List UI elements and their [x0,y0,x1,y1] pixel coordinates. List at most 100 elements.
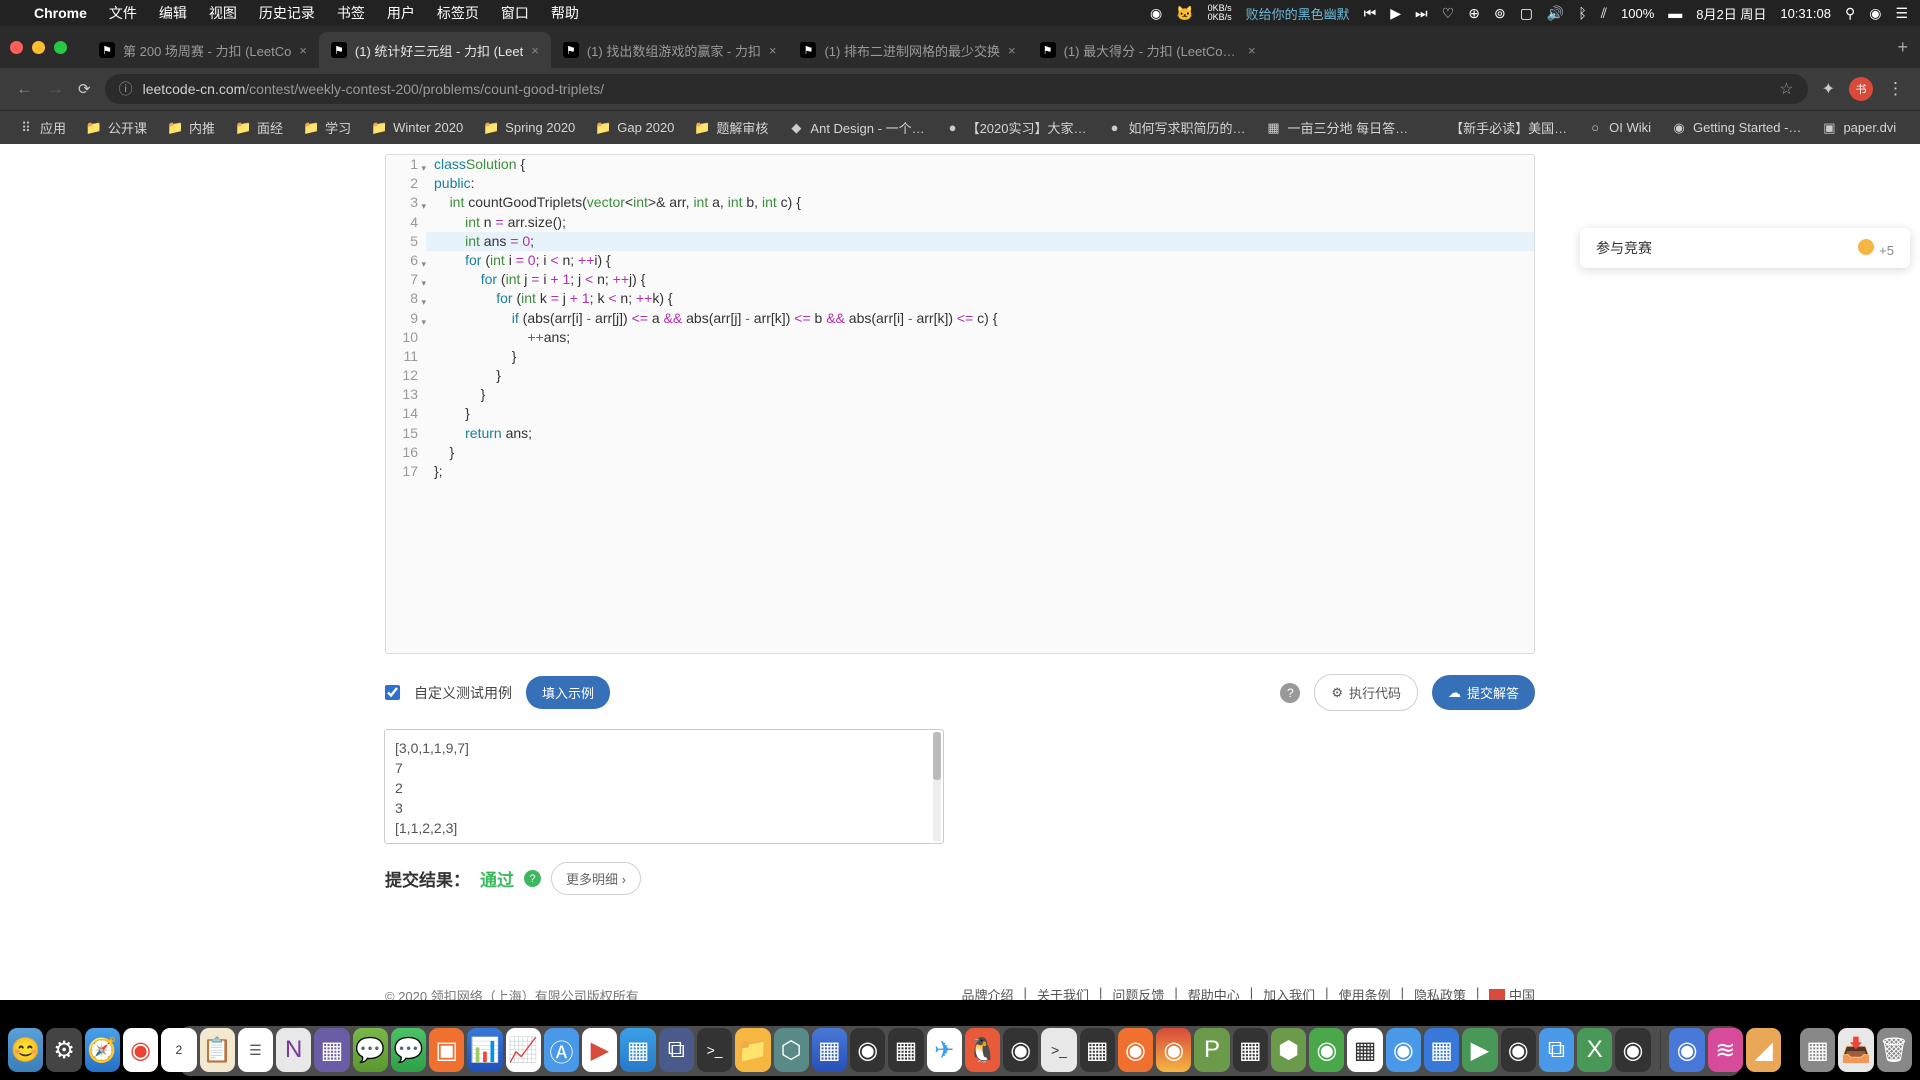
dock-app23[interactable]: ▶ [1462,1028,1497,1072]
footer-link[interactable]: 关于我们 [1037,985,1089,1000]
dock-app18[interactable]: ⬢ [1271,1028,1306,1072]
code-line[interactable]: } [426,385,1534,404]
bookmark-item[interactable]: 📁公开课 [78,114,155,141]
globe-icon[interactable]: ⊕ [1468,5,1480,22]
dock-onenote[interactable]: N [276,1028,311,1072]
run-code-button[interactable]: ⚙执行代码 [1314,674,1418,711]
footer-link[interactable]: 使用条例 [1339,985,1391,1000]
menu-window[interactable]: 窗口 [501,3,529,23]
code-line[interactable]: }; [426,462,1534,481]
menubar-app[interactable]: Chrome [34,5,87,21]
dock-app3[interactable]: 📊 [467,1028,502,1072]
dock-steam[interactable]: ◉ [850,1028,885,1072]
dock-pycharm[interactable]: P [1194,1028,1229,1072]
bookmark-item[interactable]: 📁Winter 2020 [363,116,471,140]
code-editor[interactable]: 1▾23▾456▾7▾8▾9▾1011121314151617 classSol… [385,154,1535,654]
bookmark-item[interactable]: ●【2020实习】大家… [937,114,1095,141]
dock-app13[interactable]: ◉ [1003,1028,1038,1072]
next-icon[interactable]: ⏭ [1415,5,1428,22]
menu-bookmarks[interactable]: 书签 [337,3,365,23]
prev-icon[interactable]: ⏮ [1364,5,1377,22]
reload-button[interactable]: ⟳ [78,80,91,98]
minimize-window-button[interactable] [32,41,45,54]
dock-app21[interactable]: ◉ [1386,1028,1421,1072]
new-tab-button[interactable]: + [1885,37,1920,58]
bookmark-item[interactable]: ◆Ant Design - 一个… [780,114,932,141]
dock-app17[interactable]: ▦ [1233,1028,1268,1072]
code-line[interactable]: for (int i = 0; i < n; ++i) { [426,251,1534,270]
menu-tabs[interactable]: 标签页 [437,3,479,23]
tab-close-icon[interactable]: × [531,43,539,58]
bookmark-item[interactable]: 【新手必读】美国… [1420,114,1575,141]
back-button[interactable]: ← [16,79,33,99]
dock-app27[interactable]: ◢ [1746,1028,1781,1072]
code-line[interactable]: classSolution { [426,155,1534,174]
dock-app28[interactable]: ▦ [1800,1028,1835,1072]
menu-history[interactable]: 历史记录 [259,3,315,23]
volume-icon[interactable]: 🔊 [1547,5,1564,22]
dock-app2[interactable]: ▣ [429,1028,464,1072]
dock-app19[interactable]: ◉ [1309,1028,1344,1072]
code-line[interactable]: public: [426,174,1534,193]
chrome-menu-icon[interactable]: ⋮ [1887,79,1904,99]
dock-app25[interactable]: ◉ [1669,1028,1704,1072]
dock-excel[interactable]: X [1577,1028,1612,1072]
site-info-icon[interactable]: ⓘ [119,79,133,99]
heart-icon[interactable]: ♡ [1442,5,1455,22]
code-line[interactable]: return ans; [426,424,1534,443]
menu-view[interactable]: 视图 [209,3,237,23]
bookmark-item[interactable]: 📁内推 [159,114,223,141]
testcase-textarea[interactable]: [3,0,1,1,9,7]723[1,1,2,2,3] [384,729,944,844]
dock-app24[interactable]: ◉ [1501,1028,1536,1072]
bookmark-item[interactable]: 📁Gap 2020 [587,116,682,140]
play-icon[interactable]: ▶ [1390,5,1401,22]
code-line[interactable]: if (abs(arr[i] - arr[j]) <= a && abs(arr… [426,309,1534,328]
siri-icon[interactable]: ◉ [1869,5,1881,22]
menubar-date[interactable]: 8月2日 周日 [1696,4,1766,23]
dock-terminal[interactable]: >_ [697,1028,732,1072]
dock-app16[interactable]: ◉ [1156,1028,1191,1072]
menu-user[interactable]: 用户 [387,3,415,23]
extensions-icon[interactable]: ✦ [1822,79,1835,99]
dock-vscode[interactable]: ⧉ [1539,1028,1574,1072]
wifi-icon[interactable]: ⊚ [1494,5,1506,22]
dock-calendar[interactable]: 2 [161,1028,196,1072]
tab-close-icon[interactable]: × [299,43,307,58]
code-line[interactable]: } [426,404,1534,423]
maximize-window-button[interactable] [54,41,67,54]
now-playing[interactable]: 败给你的黑色幽默 [1246,4,1350,23]
bookmark-item[interactable]: ▣paper.dvi [1813,116,1904,140]
footer-link[interactable]: 帮助中心 [1188,985,1240,1000]
footer-link[interactable]: 问题反馈 [1112,985,1164,1000]
code-line[interactable]: } [426,347,1534,366]
dock-app20[interactable]: ▦ [1347,1028,1382,1072]
menubar-hide-icon[interactable]: ⫽ [1601,5,1607,22]
menu-file[interactable]: 文件 [109,3,137,23]
dock-app8[interactable]: 📁 [735,1028,770,1072]
browser-tab[interactable]: ⚑(1) 排布二进制网格的最少交换× [788,32,1027,68]
footer-region[interactable]: 中国 [1489,985,1535,1000]
dock-obs[interactable]: ◉ [1615,1028,1650,1072]
dock-chrome[interactable]: ◉ [123,1028,158,1072]
dock-app1[interactable]: ▦ [314,1028,349,1072]
help-icon[interactable]: ? [1280,683,1300,703]
dock-app26[interactable]: ≋ [1708,1028,1743,1072]
close-window-button[interactable] [10,41,23,54]
battery-icon[interactable]: ▬ [1668,5,1682,21]
bookmark-item[interactable]: ▦一亩三分地 每日答… [1258,114,1417,141]
code-line[interactable]: int ans = 0; [426,232,1534,251]
footer-link[interactable]: 隐私政策 [1414,985,1466,1000]
bookmark-item[interactable]: 📁面经 [227,114,291,141]
browser-tab[interactable]: ⚑第 200 场周赛 - 力扣 (LeetCo× [87,32,319,68]
code-line[interactable]: for (int k = j + 1; k < n; ++k) { [426,289,1534,308]
dock-app22[interactable]: ▦ [1424,1028,1459,1072]
footer-link[interactable]: 加入我们 [1263,985,1315,1000]
custom-testcase-checkbox[interactable] [385,685,400,700]
display-icon[interactable]: ▢ [1520,5,1533,22]
battery-percent[interactable]: 100% [1621,6,1654,21]
code-line[interactable]: int n = arr.size(); [426,213,1534,232]
browser-tab[interactable]: ⚑(1) 统计好三元组 - 力扣 (Leet× [319,32,551,68]
spotlight-icon[interactable]: ⚲ [1845,5,1855,22]
dock-reminders[interactable]: ☰ [238,1028,273,1072]
bookmark-item[interactable]: 📁Spring 2020 [475,116,583,140]
